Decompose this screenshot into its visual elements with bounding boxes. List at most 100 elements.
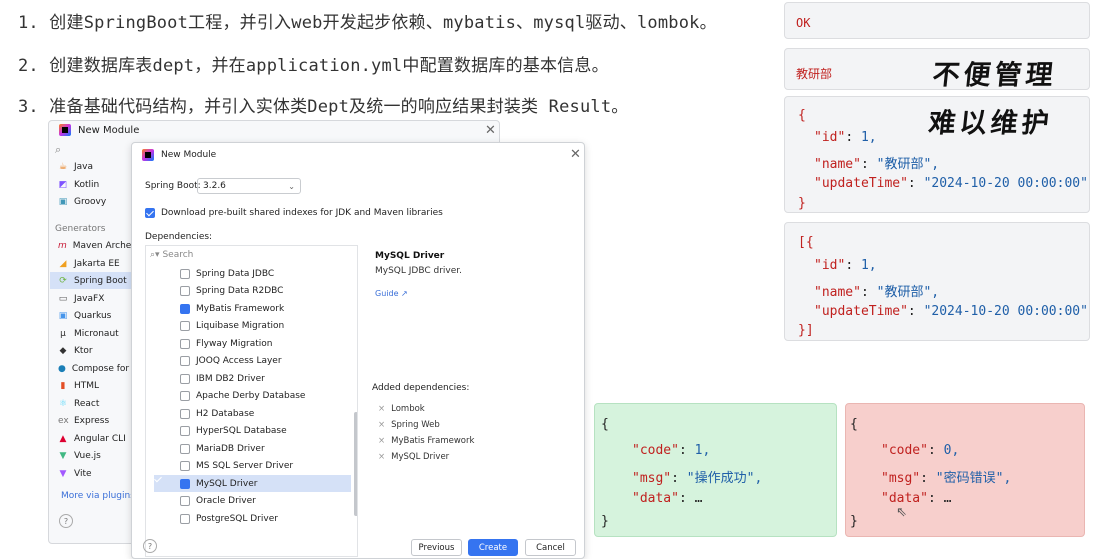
kotlin-icon: ◩ <box>58 179 68 190</box>
guide-link[interactable]: Guide ↗ <box>375 289 408 298</box>
nav-item-quarkus[interactable]: ▣ Quarkus <box>50 307 134 324</box>
dept-name-text: 教研部 <box>796 67 833 81</box>
dependency-row[interactable]: Flyway Migration <box>154 335 351 352</box>
nav-item-ktor[interactable]: ◆ Ktor <box>50 342 134 359</box>
dependency-checkbox[interactable] <box>180 286 190 296</box>
create-button[interactable]: Create <box>468 539 518 556</box>
mouse-cursor-icon: ⇖ <box>896 505 907 520</box>
dependency-row[interactable]: MariaDB Driver <box>154 440 351 457</box>
ok-text: OK <box>796 16 811 30</box>
dependency-detail-title: MySQL Driver <box>375 251 445 261</box>
nav-item-maven-archetype[interactable]: mMaven Archetype <box>50 237 134 254</box>
ktor-icon: ◆ <box>59 345 67 356</box>
dependency-row[interactable]: MS SQL Server Driver <box>154 458 351 475</box>
dependency-checkbox[interactable] <box>180 478 190 489</box>
nav-item-compose-desktop[interactable]: ●Compose for Desktop <box>50 360 134 377</box>
nav-item-groovy[interactable]: ▣ Groovy <box>50 193 134 210</box>
dependency-checkbox[interactable] <box>180 426 190 436</box>
intellij-logo-icon <box>142 149 154 161</box>
close-icon[interactable]: ✕ <box>485 123 496 138</box>
nav-item-spring-boot[interactable]: ⟳ Spring Boot <box>50 272 134 289</box>
remove-icon[interactable]: × <box>378 452 385 462</box>
angular-icon: ▲ <box>59 433 67 444</box>
dependencies-search[interactable]: ⌕▾ Search <box>150 250 193 260</box>
annotation-hard-to-manage: 不便管理 <box>931 60 1059 91</box>
download-indexes-checkbox[interactable] <box>145 208 155 218</box>
dependency-row[interactable]: Spring Data R2DBC <box>154 283 351 300</box>
dependency-label: Spring Data JDBC <box>196 268 275 279</box>
added-dependency-item: × Lombok <box>378 404 425 414</box>
dependency-checkbox[interactable] <box>180 408 190 419</box>
dept-array-card: [{ "id": 1, "name": "教研部", "updateTime":… <box>784 222 1090 341</box>
nav-item-html[interactable]: ▮ HTML <box>50 377 134 394</box>
javafx-icon: ▭ <box>58 293 68 304</box>
remove-icon[interactable]: × <box>378 404 385 414</box>
help-icon[interactable]: ? <box>143 539 157 553</box>
dependency-row[interactable]: Liquibase Migration <box>154 318 351 335</box>
dependency-checkbox[interactable] <box>180 513 190 524</box>
dependency-row[interactable]: H2 Database <box>154 405 351 422</box>
nav-item-express[interactable]: ex Express <box>50 412 134 429</box>
nav-item-java[interactable]: ☕ Java <box>50 158 134 175</box>
nav-item-vite[interactable]: ▼ Vite <box>50 465 134 482</box>
dependency-checkbox[interactable] <box>180 321 190 331</box>
dependency-label: MySQL Driver <box>196 478 258 489</box>
nav-item-vuejs[interactable]: ▼ Vue.js <box>50 447 134 464</box>
dependency-checkbox[interactable] <box>180 461 190 471</box>
nav-item-jakarta-ee[interactable]: ◢ Jakarta EE <box>50 255 134 272</box>
dependency-checkbox[interactable] <box>180 303 190 314</box>
spring-boot-icon: ⟳ <box>59 275 67 286</box>
dependency-checkbox[interactable] <box>180 391 190 401</box>
dependency-checkbox[interactable] <box>180 268 190 279</box>
nav-item-angular-cli[interactable]: ▲ Angular CLI <box>50 430 134 447</box>
added-dependency-label: MySQL Driver <box>391 452 450 462</box>
dependency-row[interactable]: PostgreSQL Driver <box>154 510 351 527</box>
ok-card: OK <box>784 2 1090 39</box>
nav-item-javafx[interactable]: ▭ JavaFX <box>50 290 134 307</box>
generators-label: Generators <box>55 224 106 234</box>
spring-boot-version-select[interactable]: 3.2.6 ⌄ <box>197 178 301 194</box>
dependency-label: H2 Database <box>196 408 255 419</box>
dependency-checkbox[interactable] <box>180 373 190 384</box>
vue-icon: ▼ <box>59 450 67 461</box>
added-dependency-label: Lombok <box>391 404 425 414</box>
result-success-card: { "code": 1, "msg": "操作成功", "data": … } <box>594 403 837 537</box>
dependencies-panel: ⌕▾ Search Spring Data JDBC Spring Data R2… <box>145 245 358 557</box>
dependency-row[interactable]: MyBatis Framework <box>154 300 351 317</box>
dependency-row[interactable]: HyperSQL Database <box>154 423 351 440</box>
compose-icon: ● <box>58 363 66 374</box>
close-icon[interactable]: ✕ <box>570 147 581 162</box>
nav-item-kotlin[interactable]: ◩ Kotlin <box>50 176 134 193</box>
dependency-label: Spring Data R2DBC <box>196 286 284 296</box>
help-icon[interactable]: ? <box>59 514 73 528</box>
remove-icon[interactable]: × <box>378 420 385 430</box>
html-icon: ▮ <box>60 380 66 391</box>
dependency-row[interactable]: JOOQ Access Layer <box>154 353 351 370</box>
added-dependency-item: × MySQL Driver <box>378 452 449 462</box>
added-dependencies-title: Added dependencies: <box>372 383 470 393</box>
dependency-checkbox[interactable] <box>180 338 190 349</box>
dependency-row[interactable]: Spring Data JDBC <box>154 265 351 282</box>
step-2: 2. 创建数据库表dept，并在application.yml中配置数据库的基本… <box>18 56 609 76</box>
dependency-label: Apache Derby Database <box>196 391 306 401</box>
dependencies-scrollbar[interactable] <box>354 412 357 516</box>
nav-item-micronaut[interactable]: μ Micronaut <box>50 325 134 342</box>
dependency-row[interactable]: Apache Derby Database <box>154 388 351 405</box>
dependency-row[interactable]: Oracle Driver <box>154 493 351 510</box>
dependency-label: Liquibase Migration <box>196 321 285 331</box>
express-icon: ex <box>58 415 69 426</box>
groovy-icon: ▣ <box>58 196 68 207</box>
dependency-label: Flyway Migration <box>196 338 273 349</box>
dependency-checkbox[interactable] <box>180 496 190 506</box>
dependency-row[interactable]: IBM DB2 Driver <box>154 370 351 387</box>
nav-item-react[interactable]: ⚛ React <box>50 395 134 412</box>
dependency-checkbox[interactable] <box>180 443 190 454</box>
previous-button[interactable]: Previous <box>411 539 462 556</box>
jakarta-icon: ◢ <box>59 258 67 269</box>
dependency-checkbox[interactable] <box>180 356 190 366</box>
dependency-row[interactable]: MySQL Driver <box>154 475 351 492</box>
remove-icon[interactable]: × <box>378 436 385 446</box>
cancel-button[interactable]: Cancel <box>525 539 576 556</box>
dependency-label: JOOQ Access Layer <box>196 356 282 366</box>
search-icon[interactable]: ⌕ <box>55 143 61 157</box>
